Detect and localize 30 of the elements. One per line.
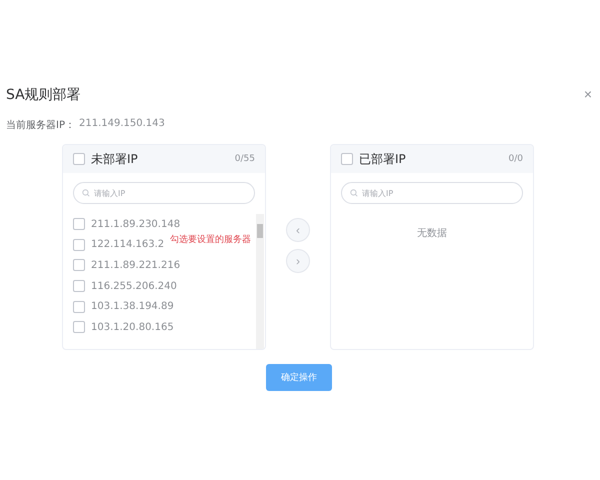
ip-item[interactable]: 211.1.89.221.216 xyxy=(91,260,180,271)
ip-item[interactable]: 116.255.206.240 xyxy=(91,280,177,292)
panel-title: 未部署IP xyxy=(91,150,139,168)
panel-title: 已部署IP xyxy=(359,150,407,168)
item-checkbox[interactable] xyxy=(73,238,85,251)
search-field[interactable]: 请输入IP xyxy=(341,182,523,204)
ip-item[interactable]: 211.1.89.230.148 xyxy=(91,218,180,230)
dialog-title: SA规则部署 xyxy=(6,86,81,104)
search-icon xyxy=(82,189,90,197)
server-ip-label: 当前服务器IP： xyxy=(6,118,75,132)
item-checkbox[interactable] xyxy=(73,321,85,334)
search-field[interactable]: 请输入IP xyxy=(73,182,255,204)
select-all-checkbox[interactable] xyxy=(341,153,353,165)
item-checkbox[interactable] xyxy=(73,259,85,272)
empty-text: 无数据 xyxy=(416,227,448,240)
ip-item[interactable]: 122.114.163.2 xyxy=(91,239,164,250)
item-checkbox[interactable] xyxy=(73,218,85,230)
ip-item[interactable]: 103.1.20.80.165 xyxy=(91,322,174,333)
item-checkbox[interactable] xyxy=(73,300,85,313)
panel-count: 0/0 xyxy=(508,154,523,164)
item-checkbox[interactable] xyxy=(73,280,85,292)
select-all-checkbox[interactable] xyxy=(73,153,85,165)
search-icon xyxy=(350,189,358,197)
server-ip-value: 211.149.150.143 xyxy=(78,118,165,131)
panel-count: 0/55 xyxy=(234,154,255,164)
annotation-text: 勾选要设置的服务器 xyxy=(170,234,251,246)
scrollbar[interactable] xyxy=(256,214,264,349)
close-button[interactable]: × xyxy=(584,86,592,102)
ip-item[interactable]: 103.1.38.194.89 xyxy=(91,301,174,312)
confirm-button[interactable]: 确定操作 xyxy=(266,364,332,391)
